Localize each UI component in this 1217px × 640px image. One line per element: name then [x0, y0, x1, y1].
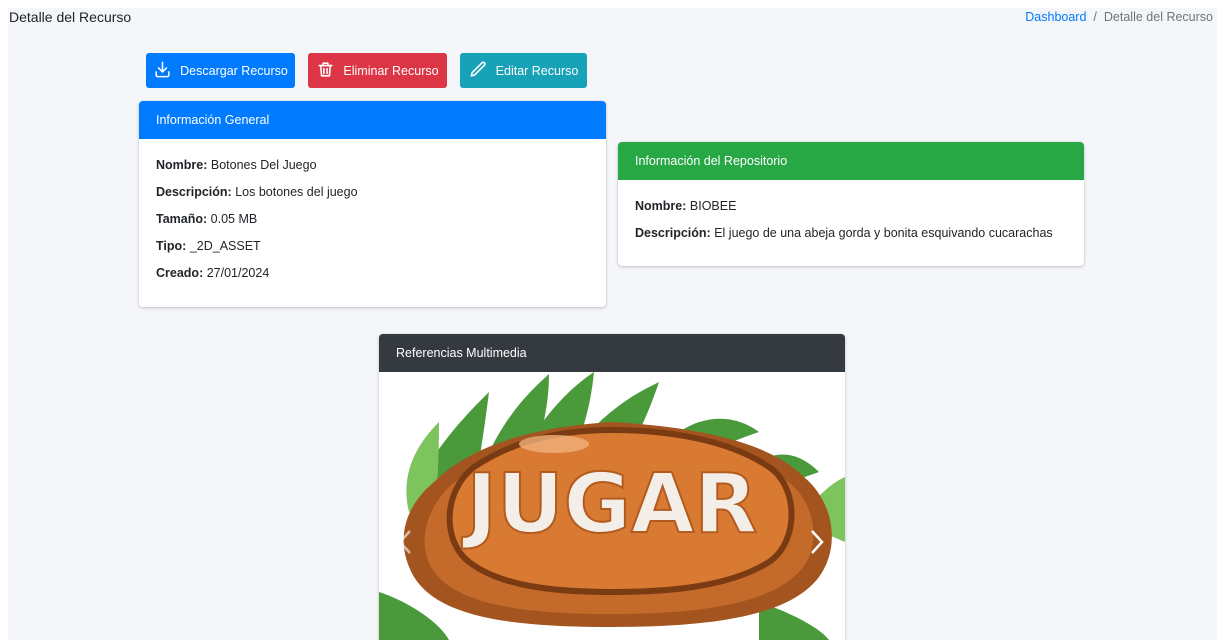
- info-field-size: Tamaño: 0.05 MB: [156, 212, 258, 226]
- chevron-left-icon: [398, 530, 411, 554]
- pencil-icon: [469, 60, 488, 82]
- download-button-label: Descargar Recurso: [180, 63, 288, 78]
- repo-field-name: Nombre: BIOBEE: [635, 199, 737, 213]
- general-info-body: Nombre: Botones Del Juego Descripción: L…: [139, 139, 606, 306]
- info-field-created: Creado: 27/01/2024: [156, 266, 270, 280]
- breadcrumb-current: Detalle del Recurso: [1103, 10, 1213, 24]
- download-resource-button[interactable]: Descargar Recurso: [146, 53, 295, 88]
- repository-info-card: Información del Repositorio Nombre: BIOB…: [618, 142, 1084, 266]
- multimedia-card: Referencias Multimedia JUGAR: [379, 334, 845, 640]
- carousel-next-button[interactable]: [805, 522, 829, 562]
- repository-info-body: Nombre: BIOBEE Descripción: El juego de …: [618, 180, 1084, 266]
- breadcrumb-dashboard-link[interactable]: Dashboard: [1025, 10, 1086, 24]
- multimedia-carousel: JUGAR: [379, 372, 845, 640]
- play-button-text: JUGAR: [461, 457, 757, 552]
- info-field-name: Nombre: Botones Del Juego: [156, 158, 317, 172]
- carousel-prev-button[interactable]: [393, 522, 417, 562]
- info-field-type: Tipo: _2D_ASSET: [156, 239, 261, 253]
- repository-info-header: Información del Repositorio: [618, 142, 1084, 180]
- page-title: Detalle del Recurso: [9, 9, 132, 25]
- breadcrumb: Dashboard / Detalle del Recurso: [1025, 10, 1213, 24]
- trash-icon: [316, 60, 335, 82]
- repo-field-description: Descripción: El juego de una abeja gorda…: [635, 226, 1053, 240]
- general-info-header: Información General: [139, 101, 606, 139]
- download-icon: [153, 60, 172, 82]
- edit-resource-button[interactable]: Editar Recurso: [460, 53, 587, 88]
- play-button-image: JUGAR: [379, 372, 845, 640]
- delete-button-label: Eliminar Recurso: [343, 63, 439, 78]
- edit-button-label: Editar Recurso: [495, 63, 579, 78]
- general-info-card: Información General Nombre: Botones Del …: [139, 101, 606, 307]
- breadcrumb-separator: /: [1093, 10, 1097, 24]
- delete-resource-button[interactable]: Eliminar Recurso: [308, 53, 447, 88]
- chevron-right-icon: [811, 530, 824, 554]
- info-field-description: Descripción: Los botones del juego: [156, 185, 358, 199]
- multimedia-header: Referencias Multimedia: [379, 334, 845, 372]
